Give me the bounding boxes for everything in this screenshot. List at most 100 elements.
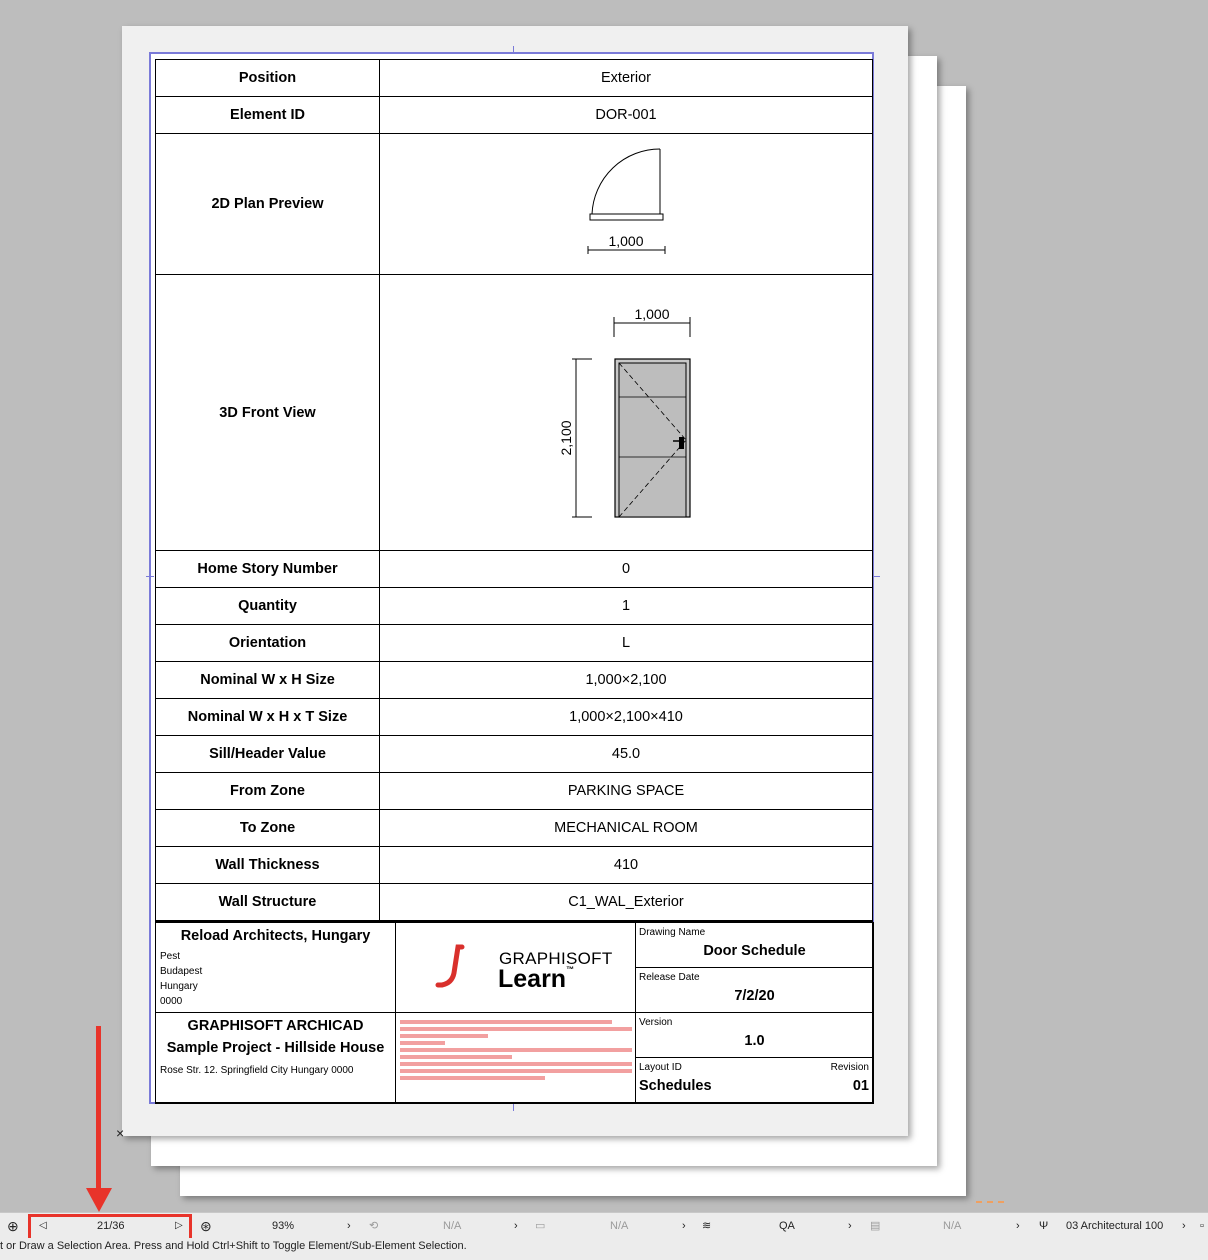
row-value: 45.0 (379, 735, 873, 773)
release-date-label: Release Date (639, 972, 700, 983)
status-field-5[interactable]: N/A (943, 1213, 961, 1239)
chevron-right-icon[interactable]: › (1016, 1213, 1020, 1239)
front-view-cell: 1,000 2,100 (379, 274, 873, 551)
address-line: Budapest (160, 966, 203, 977)
row-label: Sill/Header Value (155, 735, 380, 773)
firm-cell: Reload Architects, Hungary Pest Budapest… (155, 922, 396, 1013)
redacted-cell (395, 1012, 636, 1104)
front-height-label: 2,100 (558, 420, 574, 455)
address-line: Pest (160, 951, 181, 962)
plan-preview-cell: 1,000 (379, 133, 873, 275)
chevron-right-icon[interactable]: › (1182, 1213, 1186, 1239)
logo-tm: ™ (566, 965, 575, 974)
layout-id-cell: Layout ID Revision Schedules 01 (635, 1057, 874, 1104)
annotation-arrow-shaft (96, 1026, 101, 1194)
origin-marker-icon: × (116, 1125, 125, 1141)
row-label: Nominal W x H Size (155, 661, 380, 699)
hint-text: t or Draw a Selection Area. Press and Ho… (0, 1240, 467, 1252)
status-field-3[interactable]: N/A (610, 1213, 628, 1239)
logo-product-text: Learn (498, 965, 567, 993)
frame-tick-bottom (513, 1103, 514, 1111)
version-label: Version (639, 1017, 673, 1028)
hint-bar: t or Draw a Selection Area. Press and Ho… (0, 1238, 1208, 1260)
table-row: Sill/Header Value 45.0 (155, 735, 873, 773)
table-row: Nominal W x H x T Size 1,000×2,100×410 (155, 698, 873, 736)
graphisoft-logo-icon (435, 944, 465, 988)
table-row: 2D Plan Preview 1,000 (155, 133, 873, 275)
frame-tick-right (872, 576, 880, 577)
logo-cell: GRAPHISOFT Learn™ (395, 922, 636, 1013)
chevron-right-icon[interactable]: › (347, 1213, 351, 1239)
table-row: Nominal W x H Size 1,000×2,100 (155, 661, 873, 699)
row-label: Element ID (155, 96, 380, 134)
table-row: 3D Front View 1,000 2,100 (155, 274, 873, 551)
logo-product: Learn™ (498, 965, 574, 994)
revision: 01 (852, 1078, 869, 1094)
door-handle (679, 437, 684, 449)
row-label: Nominal W x H x T Size (155, 698, 380, 736)
drawing-name-label: Drawing Name (639, 927, 706, 938)
row-value: DOR-001 (379, 96, 873, 134)
more-icon[interactable]: ▫ (1200, 1213, 1204, 1239)
front-width-label: 1,000 (634, 306, 669, 322)
door-plan-preview: 1,000 (587, 148, 666, 254)
drawing-name: Door Schedule (703, 943, 806, 959)
row-value: 1,000×2,100 (379, 661, 873, 699)
release-date-cell: Release Date 7/2/20 (635, 967, 874, 1013)
version-cell: Version 1.0 (635, 1012, 874, 1058)
redacted-bar (400, 1048, 632, 1052)
row-value: 0 (379, 550, 873, 588)
table-row: Wall Thickness 410 (155, 846, 873, 884)
version-value: 1.0 (744, 1033, 765, 1049)
chevron-right-icon[interactable]: › (848, 1213, 852, 1239)
redacted-bar (400, 1062, 632, 1066)
door-front-view: 1,000 2,100 (558, 306, 691, 518)
redacted-bar (400, 1055, 512, 1059)
row-label: To Zone (155, 809, 380, 847)
frame-tick-top (513, 46, 514, 54)
table-row: Element ID DOR-001 (155, 96, 873, 134)
row-label: Wall Thickness (155, 846, 380, 884)
plan-dimension-label: 1,000 (608, 233, 643, 249)
drawing-name-cell: Drawing Name Door Schedule (635, 922, 874, 968)
zoom-level[interactable]: 93% (272, 1213, 294, 1239)
row-value: MECHANICAL ROOM (379, 809, 873, 847)
angle-icon[interactable]: ⟲ (369, 1213, 378, 1239)
ruler-icon[interactable]: ▭ (535, 1213, 545, 1239)
row-value: L (379, 624, 873, 662)
renovation-icon[interactable]: ▤ (870, 1213, 880, 1239)
door-leaf (618, 362, 687, 518)
layout-id-label: Layout ID (639, 1062, 682, 1073)
redacted-bar (400, 1020, 612, 1024)
frame-tick-left (146, 576, 154, 577)
redacted-bar (400, 1069, 632, 1073)
release-date: 7/2/20 (734, 988, 775, 1004)
chevron-right-icon[interactable]: › (682, 1213, 686, 1239)
schedule-drawing[interactable]: Position Exterior Element ID DOR-001 2D … (155, 59, 874, 1104)
layer-combination[interactable]: QA (779, 1213, 795, 1239)
project-cell: GRAPHISOFT ARCHICAD Sample Project - Hil… (155, 1012, 396, 1104)
row-label: From Zone (155, 772, 380, 810)
pen-set[interactable]: 03 Architectural 100 (1066, 1213, 1163, 1239)
row-value: Exterior (379, 59, 873, 97)
layers-icon[interactable]: ≋ (702, 1213, 711, 1239)
row-label: Position (155, 59, 380, 97)
zoom-settings-icon[interactable]: ⊛ (200, 1213, 212, 1239)
table-row: From Zone PARKING SPACE (155, 772, 873, 810)
chevron-right-icon[interactable]: › (514, 1213, 518, 1239)
row-value: PARKING SPACE (379, 772, 873, 810)
redacted-bar (400, 1034, 488, 1038)
table-row: Quantity 1 (155, 587, 873, 625)
row-value: 1 (379, 587, 873, 625)
project-name-line1: GRAPHISOFT ARCHICAD (187, 1018, 364, 1034)
zoom-in-icon[interactable]: ⊕ (7, 1213, 19, 1239)
orange-marker (976, 1201, 1004, 1205)
table-row: Home Story Number 0 (155, 550, 873, 588)
redacted-bar (400, 1076, 545, 1080)
firm-address: Pest Budapest Hungary 0000 (160, 949, 202, 1009)
status-field-2[interactable]: N/A (443, 1213, 461, 1239)
pen-set-icon[interactable]: Ψ (1039, 1213, 1048, 1239)
project-address: Rose Str. 12. Springfield City Hungary 0… (160, 1065, 354, 1076)
title-block: Reload Architects, Hungary Pest Budapest… (155, 921, 874, 1104)
row-label: Quantity (155, 587, 380, 625)
